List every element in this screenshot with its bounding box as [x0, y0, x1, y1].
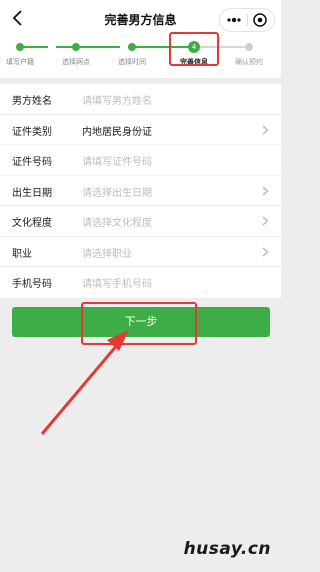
step-label: 确认预约 — [235, 58, 263, 66]
step-label: 填写户籍 — [6, 58, 34, 66]
step-connector — [22, 46, 48, 48]
mini-program-capsule — [219, 8, 275, 32]
education-select[interactable]: 请选择文化程度 — [82, 214, 152, 229]
phone-input[interactable]: 请填写手机号码 — [82, 275, 152, 290]
male-info-form: 男方姓名 请填写男方姓名 证件类别 内地居民身份证 证件号码 请填写证件号码 出… — [0, 84, 281, 298]
chevron-right-icon — [262, 186, 269, 195]
step-dot-done — [16, 43, 24, 51]
chevron-right-icon — [262, 247, 269, 256]
field-label: 文化程度 — [12, 218, 52, 229]
field-label: 手机号码 — [12, 279, 52, 290]
form-row-birth-date[interactable]: 出生日期 请选择出生日期 — [0, 176, 281, 206]
form-row-education[interactable]: 文化程度 请选择文化程度 — [0, 206, 281, 237]
capsule-divider — [247, 14, 248, 26]
id-number-input[interactable]: 请填写证件号码 — [82, 153, 152, 168]
current-step-highlight — [169, 32, 219, 66]
field-label: 证件类别 — [12, 126, 52, 138]
id-type-select[interactable]: 内地居民身份证 — [82, 123, 152, 138]
nav-bar: 完善男方信息 — [0, 0, 281, 38]
field-label: 职业 — [12, 248, 32, 260]
more-dots-icon[interactable] — [226, 14, 242, 26]
field-label: 证件号码 — [12, 157, 52, 168]
form-row-id-number[interactable]: 证件号码 请填写证件号码 — [0, 145, 281, 176]
occupation-select[interactable]: 请选择职业 — [82, 245, 132, 260]
progress-steps: 4 填写户籍 选择网点 选择时间 完善信息 确认预约 — [0, 38, 281, 78]
chevron-right-icon — [262, 216, 269, 226]
step-dot-done — [128, 43, 136, 51]
birth-date-select[interactable]: 请选择出生日期 — [82, 184, 152, 199]
form-row-occupation[interactable]: 职业 请选择职业 — [0, 237, 281, 267]
name-input[interactable]: 请填写男方姓名 — [82, 92, 152, 107]
step-connector — [80, 46, 120, 48]
chevron-right-icon — [262, 125, 269, 134]
field-label: 出生日期 — [12, 187, 52, 199]
target-circle-icon[interactable] — [252, 12, 268, 28]
step-label: 选择时间 — [118, 58, 146, 66]
page-title: 完善男方信息 — [104, 13, 177, 27]
next-button-highlight — [81, 302, 197, 345]
form-row-id-type[interactable]: 证件类别 内地居民身份证 — [0, 115, 281, 145]
step-label: 选择网点 — [62, 58, 90, 66]
watermark: husay.cn — [183, 539, 271, 559]
form-row-name[interactable]: 男方姓名 请填写男方姓名 — [0, 84, 281, 115]
field-label: 男方姓名 — [12, 96, 52, 107]
step-dot-done — [72, 43, 80, 51]
step-dot-pending — [245, 43, 253, 51]
form-row-phone[interactable]: 手机号码 请填写手机号码 — [0, 267, 281, 298]
chevron-left-icon[interactable] — [8, 8, 28, 28]
